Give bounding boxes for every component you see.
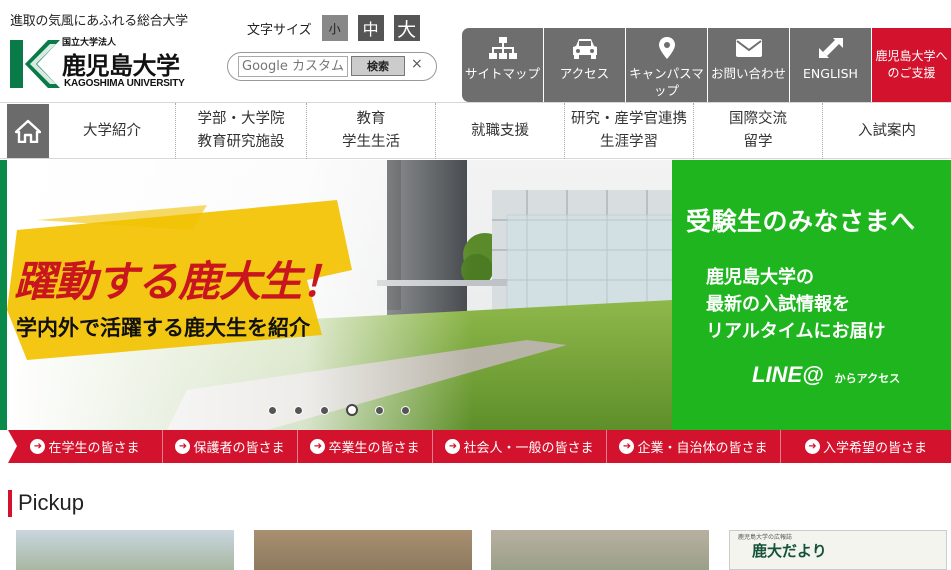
hero-title: 躍動する鹿大生！ — [14, 257, 343, 306]
arrow-right-icon: ➜ — [310, 439, 326, 454]
nav-item-label: 入試案内 — [858, 122, 916, 139]
hero-slider: 躍動する鹿大生！ 学内外で活躍する鹿大生を紹介 受験生のみなさまへ 鹿児島大学の… — [0, 160, 951, 430]
logo-english-name: KAGOSHIMA UNIVERSITY — [64, 78, 185, 89]
logo-university-name: 鹿児島大学 — [62, 51, 180, 80]
quick-links: サイトマップ アクセス キャンパスマップ お問い合わせ ENGLISH 鹿児島大… — [462, 28, 951, 102]
nav-item-label: 教育 学生生活 — [342, 111, 400, 150]
line-access-text: からアクセス — [834, 372, 901, 385]
pickup-card[interactable] — [491, 530, 709, 570]
site-search: 検索 × — [227, 52, 437, 81]
quick-link-access[interactable]: アクセス — [544, 28, 625, 102]
global-nav: 大学紹介 学部・大学院 教育研究施設 教育 学生生活 就職支援 研究・産学官連携… — [0, 102, 951, 159]
audience-label: 社会人・一般の皆さま — [463, 441, 594, 456]
slider-dots — [268, 404, 427, 416]
nav-item-international[interactable]: 国際交流 留学 — [694, 103, 823, 159]
audience-label: 企業・自治体の皆さま — [637, 441, 768, 456]
quick-link-sitemap[interactable]: サイトマップ — [462, 28, 543, 102]
quick-link-label: キャンパスマップ — [629, 66, 704, 98]
audience-label: 保護者の皆さま — [193, 441, 285, 456]
quick-link-english[interactable]: ENGLISH — [790, 28, 871, 102]
arrow-right-icon: ➜ — [30, 439, 46, 454]
home-button[interactable] — [7, 104, 49, 158]
expand-arrows-icon — [818, 38, 843, 58]
nav-item-label: 研究・産学官連携 生涯学習 — [571, 111, 687, 150]
search-button[interactable]: 検索 — [351, 56, 405, 76]
slider-dot[interactable] — [320, 405, 329, 415]
slider-dot[interactable] — [346, 404, 358, 416]
slider-dot[interactable] — [294, 405, 303, 415]
quick-link-contact[interactable]: お問い合わせ — [708, 28, 789, 102]
line-banner-access: LINE@ からアクセス — [752, 362, 900, 388]
audience-parents[interactable]: ➜ 保護者の皆さま — [163, 430, 298, 463]
slider-dot[interactable] — [375, 405, 384, 415]
university-logo[interactable]: 国立大学法人 鹿児島大学 KAGOSHIMA UNIVERSITY — [10, 35, 210, 95]
line-brand: LINE@ — [752, 362, 824, 387]
audience-label: 卒業生の皆さま — [328, 441, 420, 456]
nav-item-about[interactable]: 大学紹介 — [49, 103, 176, 159]
quick-link-label: お問い合わせ — [710, 66, 786, 81]
audience-companies[interactable]: ➜ 企業・自治体の皆さま — [607, 430, 781, 463]
pickup-card[interactable] — [254, 530, 472, 570]
hero-subtitle: 学内外で活躍する鹿大生を紹介 — [16, 316, 310, 340]
line-banner-title: 受験生のみなさまへ — [686, 207, 916, 236]
car-icon — [572, 39, 597, 59]
nav-item-label: 国際交流 留学 — [729, 111, 787, 150]
quick-link-label: ENGLISH — [803, 66, 858, 81]
pickup-heading: Pickup — [8, 489, 84, 517]
arrow-right-icon: ➜ — [175, 439, 191, 454]
nav-item-label: 就職支援 — [471, 122, 529, 139]
arrow-right-icon: ➜ — [804, 439, 820, 454]
font-size-medium-button[interactable]: 中 — [357, 15, 384, 41]
font-size-small-button[interactable]: 小 — [321, 15, 348, 41]
audience-alumni[interactable]: ➜ 卒業生の皆さま — [298, 430, 433, 463]
pickup-title: Pickup — [18, 490, 85, 515]
kagoshima-logo-mark-icon — [10, 40, 60, 88]
slider-dot[interactable] — [268, 405, 277, 415]
audience-label: 入学希望の皆さま — [822, 441, 927, 456]
heading-accent — [8, 489, 12, 517]
font-size-switcher: 文字サイズ 小 中 大 — [247, 15, 430, 41]
arrow-right-icon: ➜ — [445, 439, 461, 454]
nav-item-research[interactable]: 研究・産学官連携 生涯学習 — [565, 103, 694, 159]
line-banner-body: 鹿児島大学の 最新の入試情報を リアルタイムにお届け — [706, 267, 886, 342]
nav-item-faculties[interactable]: 学部・大学院 教育研究施設 — [176, 103, 307, 159]
envelope-icon — [735, 39, 762, 57]
quick-link-campus-map[interactable]: キャンパスマップ — [626, 28, 707, 102]
support-button[interactable]: 鹿児島大学へのご支援 — [872, 28, 951, 102]
audience-prospective[interactable]: ➜ 入学希望の皆さま — [781, 430, 951, 463]
map-pin-icon — [658, 37, 675, 59]
nav-item-label: 大学紹介 — [83, 122, 141, 139]
nav-item-admissions[interactable]: 入試案内 — [823, 103, 951, 159]
home-icon — [15, 119, 41, 143]
nav-item-education[interactable]: 教育 学生生活 — [307, 103, 436, 159]
font-size-large-button[interactable]: 大 — [393, 15, 420, 41]
sitemap-icon — [488, 37, 517, 59]
hero-accent-bar — [0, 160, 7, 430]
nav-item-label: 学部・大学院 教育研究施設 — [197, 111, 285, 150]
site-header: 進取の気風にあふれる総合大学 国立大学法人 鹿児島大学 KAGOSHIMA UN… — [0, 0, 951, 104]
quick-link-label: サイトマップ — [464, 66, 540, 81]
nav-item-career[interactable]: 就職支援 — [436, 103, 565, 159]
audience-label: 在学生の皆さま — [48, 441, 140, 456]
pickup-card-newsletter[interactable]: 鹿児島大学の広報誌 鹿大だより — [729, 530, 947, 570]
slider-dot[interactable] — [401, 405, 410, 415]
audience-public[interactable]: ➜ 社会人・一般の皆さま — [433, 430, 607, 463]
arrow-right-icon: ➜ — [619, 439, 635, 454]
line-banner[interactable]: 受験生のみなさまへ 鹿児島大学の 最新の入試情報を リアルタイムにお届け LIN… — [672, 160, 951, 430]
audience-bar-notch — [8, 430, 17, 463]
font-size-label: 文字サイズ — [247, 22, 312, 38]
audience-current-students[interactable]: ➜ 在学生の皆さま — [8, 430, 163, 463]
tagline: 進取の気風にあふれる総合大学 — [10, 14, 188, 29]
audience-bar: ➜ 在学生の皆さま ➜ 保護者の皆さま ➜ 卒業生の皆さま ➜ 社会人・一般の皆さま ➜… — [8, 430, 951, 463]
pickup-card[interactable] — [16, 530, 234, 570]
newsletter-title: 鹿大だより — [752, 542, 827, 560]
quick-link-label: アクセス — [559, 66, 610, 81]
clear-search-icon[interactable]: × — [411, 56, 423, 72]
search-input[interactable] — [238, 56, 348, 77]
